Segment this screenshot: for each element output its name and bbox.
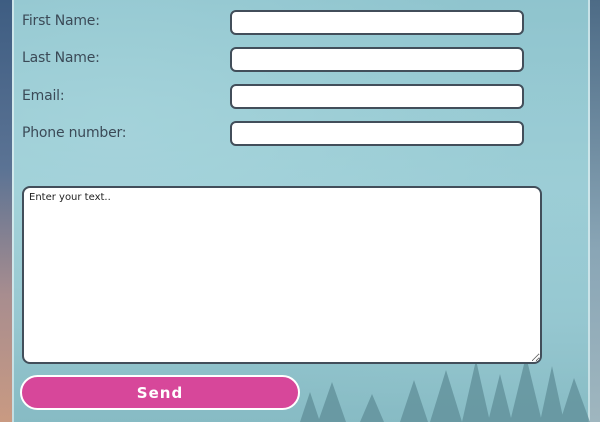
first-name-field[interactable] [230, 10, 524, 35]
send-button[interactable]: Send [20, 375, 300, 410]
last-name-field[interactable] [230, 47, 524, 72]
phone-number-label: Phone number: [22, 125, 127, 141]
email-field[interactable] [230, 84, 524, 109]
email-label: Email: [22, 88, 65, 104]
phone-number-field[interactable] [230, 121, 524, 146]
first-name-label: First Name: [22, 13, 100, 29]
last-name-label: Last Name: [22, 50, 100, 66]
message-textarea[interactable] [22, 186, 542, 364]
